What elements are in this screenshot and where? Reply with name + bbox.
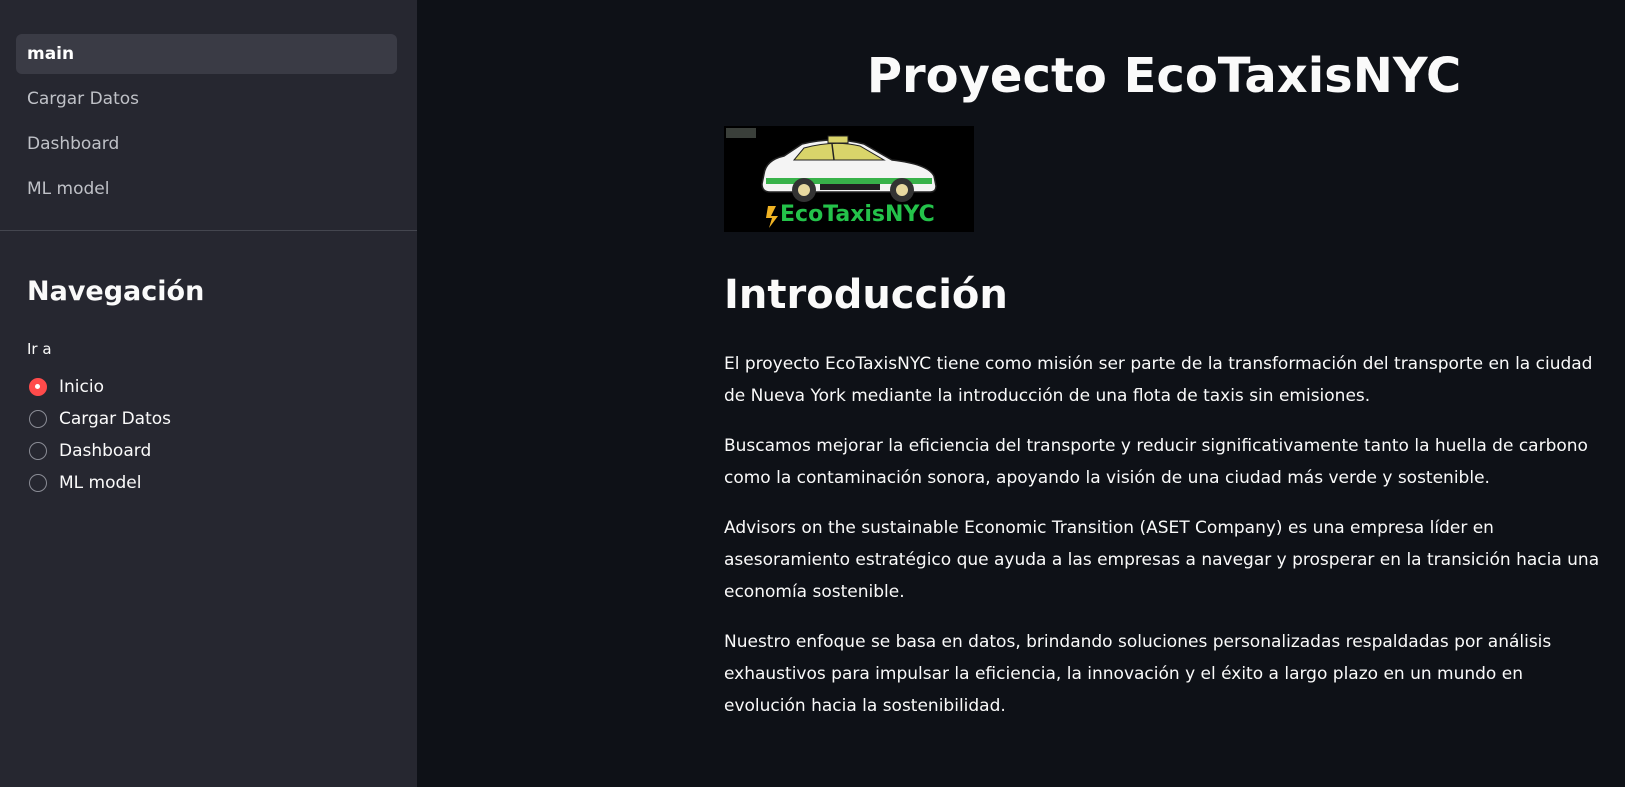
page-nav: main Cargar Datos Dashboard ML model <box>16 34 397 214</box>
sidebar-heading: Navegación <box>27 276 205 307</box>
nav-item-cargar-datos[interactable]: Cargar Datos <box>16 79 397 119</box>
radio-option-inicio[interactable]: Inicio <box>29 371 171 403</box>
page-title: Proyecto EcoTaxisNYC <box>866 48 1462 104</box>
sidebar: main Cargar Datos Dashboard ML model Nav… <box>0 0 417 787</box>
sidebar-divider <box>0 230 417 231</box>
radio-option-label: Inicio <box>59 377 104 397</box>
paragraph: El proyecto EcoTaxisNYC tiene como misió… <box>724 354 1593 406</box>
paragraph: Nuestro enfoque se basa en datos, brinda… <box>724 632 1552 716</box>
navigation-radio-group: Inicio Cargar Datos Dashboard ML model <box>29 371 171 499</box>
radio-button[interactable] <box>29 474 47 492</box>
radio-option-label: ML model <box>59 473 142 493</box>
radio-option-cargar-datos[interactable]: Cargar Datos <box>29 403 171 435</box>
intro-text: El proyecto EcoTaxisNYC tiene como misió… <box>724 348 1604 740</box>
paragraph: Buscamos mejorar la eficiencia del trans… <box>724 436 1588 488</box>
radio-option-label: Cargar Datos <box>59 409 172 429</box>
radio-group-label: Ir a <box>27 340 52 358</box>
nav-item-dashboard[interactable]: Dashboard <box>16 124 397 164</box>
ecotaxis-logo-image: EcoTaxisNYC <box>724 126 974 232</box>
radio-option-dashboard[interactable]: Dashboard <box>29 435 171 467</box>
paragraph: Advisors on the sustainable Economic Tra… <box>724 518 1600 602</box>
nav-item-ml-model[interactable]: ML model <box>16 169 397 209</box>
logo-text: EcoTaxisNYC <box>780 202 935 227</box>
radio-button[interactable] <box>29 410 47 428</box>
nav-item-main[interactable]: main <box>16 34 397 74</box>
radio-button[interactable] <box>29 442 47 460</box>
radio-option-ml-model[interactable]: ML model <box>29 467 171 499</box>
radio-option-label: Dashboard <box>59 441 152 461</box>
radio-button-checked[interactable] <box>29 378 47 396</box>
section-heading: Introducción <box>724 272 1008 318</box>
